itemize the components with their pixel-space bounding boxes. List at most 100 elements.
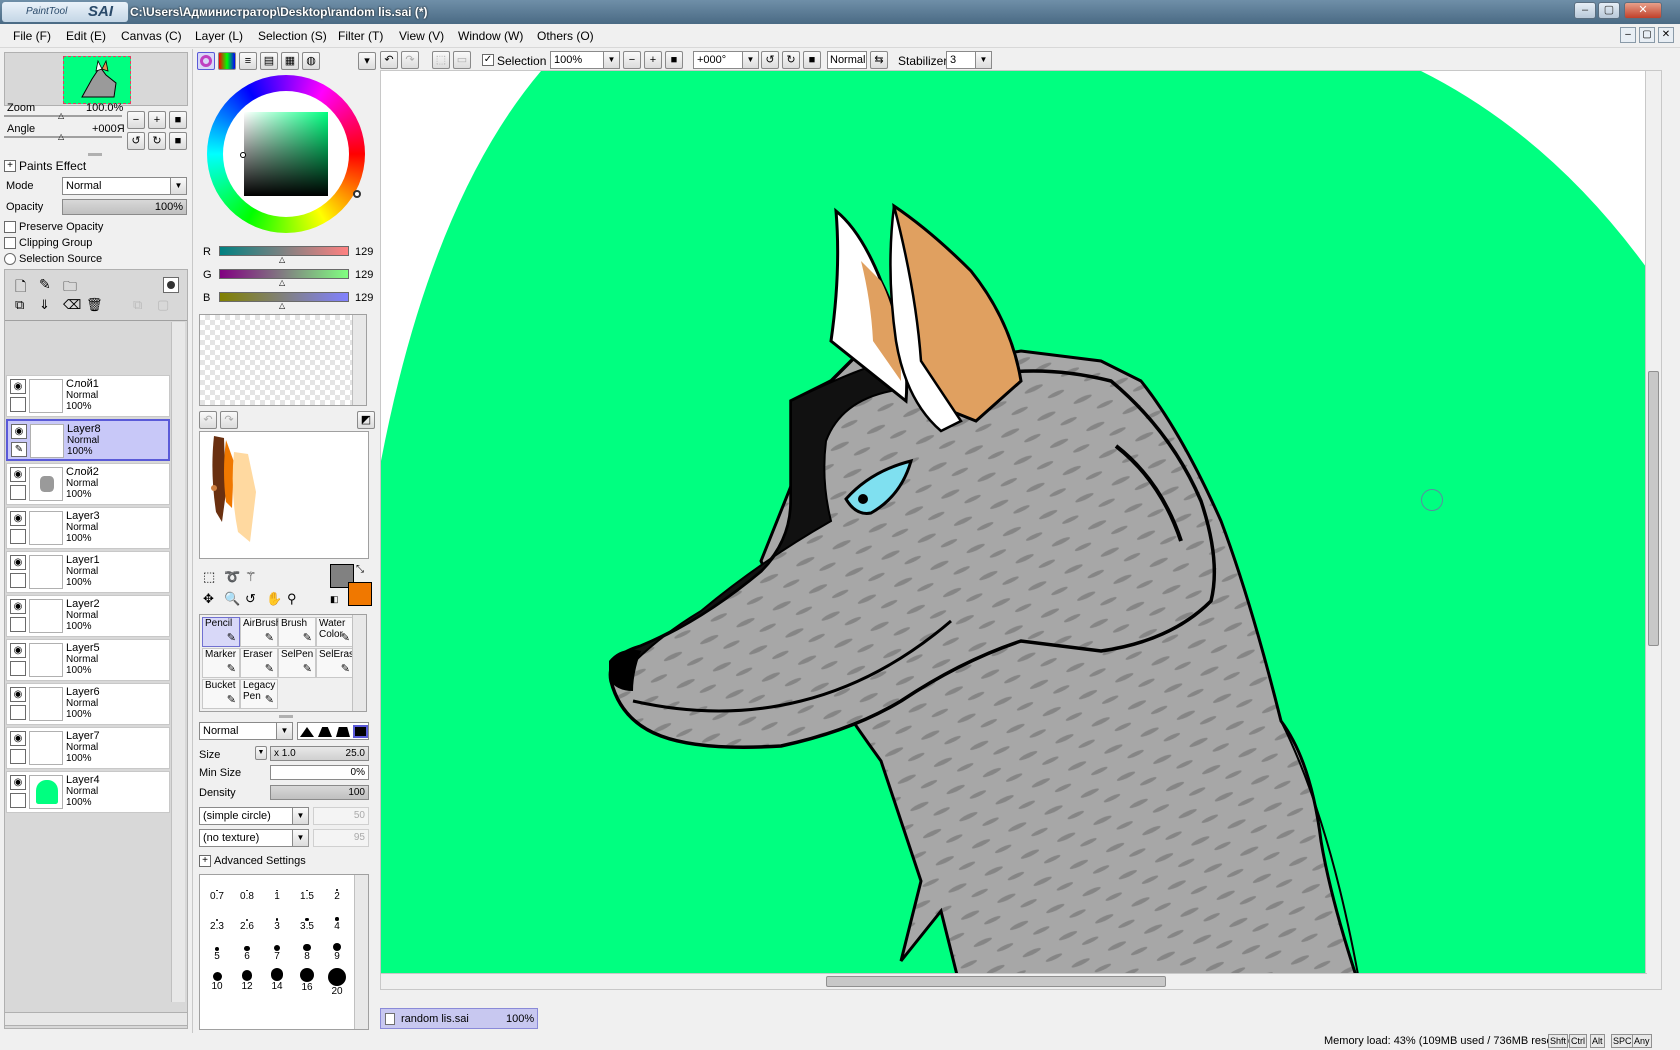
layer-row[interactable]: ◉ Layer2 Normal 100% [6, 595, 170, 637]
selection-source-radio[interactable] [4, 253, 16, 265]
rgb-slider-mode-icon[interactable] [218, 52, 236, 70]
tool-brush[interactable]: Brush ✎ [278, 617, 316, 647]
eye-icon[interactable]: ◉ [11, 424, 27, 439]
eyedropper-icon[interactable]: ⚲ [287, 591, 297, 607]
menu-filter[interactable]: Filter (T) [338, 29, 383, 43]
new-linework-layer-icon[interactable]: ✎ [39, 276, 51, 293]
navigator-preview[interactable] [4, 52, 188, 106]
zoom-in-icon[interactable]: + [644, 51, 662, 69]
layer-row[interactable]: ◉ Layer5 Normal 100% [6, 639, 170, 681]
scratchpad-clear-icon[interactable]: ◩ [357, 411, 375, 429]
undo-icon[interactable]: ↶ [380, 51, 398, 69]
size-preset[interactable]: 1 [262, 877, 292, 909]
view-mode-field[interactable]: Normal [827, 51, 867, 69]
document-tab[interactable]: random lis.sai 100% [380, 1008, 538, 1029]
eye-icon[interactable]: ◉ [10, 731, 26, 746]
lasso-icon[interactable]: ➰ [224, 569, 240, 585]
rotate-tool-icon[interactable]: ↺ [245, 591, 256, 607]
r-slider-thumb[interactable]: △ [279, 255, 285, 264]
eye-icon[interactable]: ◉ [10, 379, 26, 394]
brush-shape-2-icon[interactable] [318, 727, 332, 737]
brush-shape-4-icon[interactable] [353, 725, 368, 738]
scratchpad-undo-icon[interactable]: ↶ [199, 411, 217, 429]
merge-down-icon[interactable]: ⇓ [39, 297, 50, 313]
expand-icon[interactable]: + [4, 160, 16, 172]
hue-picker[interactable] [353, 190, 361, 198]
mdi-close-button[interactable]: ✕ [1658, 27, 1674, 43]
eye-icon[interactable]: ◉ [10, 775, 26, 790]
tool-scrollbar[interactable] [352, 615, 366, 711]
tool-bucket[interactable]: Bucket ✎ [202, 679, 240, 709]
min-size-slider[interactable]: 0% [270, 765, 369, 780]
sv-picker[interactable] [240, 152, 246, 158]
menu-selection[interactable]: Selection (S) [258, 29, 327, 43]
canvas-v-scrollbar[interactable] [1645, 71, 1661, 989]
layer-row[interactable]: ◉ Layer4 Normal 100% [6, 771, 170, 813]
v-scroll-thumb[interactable] [1648, 371, 1659, 646]
lock-toggle[interactable] [10, 397, 26, 412]
delete-layer-icon[interactable]: 🗑 [86, 297, 103, 313]
brush-shape-selector[interactable] [297, 722, 369, 740]
size-preset[interactable]: 3.5 [292, 907, 322, 939]
rotate-ccw-icon[interactable]: ↺ [761, 51, 779, 69]
layer-row[interactable]: ◉ Слой1 Normal 100% [6, 375, 170, 417]
lock-toggle[interactable] [10, 793, 26, 808]
rotate-cw-icon[interactable]: ↻ [782, 51, 800, 69]
size-preset[interactable]: 3 [262, 907, 292, 939]
color-swatches[interactable] [199, 314, 367, 406]
layer-row[interactable]: ◉ ✎ Layer8 Normal 100% [6, 419, 170, 461]
preserve-opacity-checkbox[interactable] [4, 221, 16, 233]
tool-seleras[interactable]: SelEras ✎ [316, 648, 354, 678]
layer-h-scrollbar[interactable] [4, 1012, 188, 1026]
rotate-right-button[interactable]: ↻ [148, 132, 166, 150]
zoom-select[interactable]: 100% ▼ [550, 51, 620, 69]
menu-window[interactable]: Window (W) [458, 29, 523, 43]
zoom-reset-button[interactable]: ■ [169, 111, 187, 129]
texture-strength-field[interactable]: 95 [313, 829, 369, 847]
brush-blend-select[interactable]: Normal ▼ [199, 722, 293, 740]
size-preset[interactable]: 2.3 [202, 907, 232, 939]
size-preset[interactable]: 1.5 [292, 877, 322, 909]
canvas-h-scrollbar[interactable] [381, 973, 1647, 989]
size-preset[interactable]: 2.6 [232, 907, 262, 939]
size-preset[interactable]: 10 [202, 967, 232, 999]
brush-shape-3-icon[interactable] [336, 727, 350, 737]
flip-horizontal-icon[interactable]: ⇆ [870, 51, 888, 69]
zoom-out-button[interactable]: − [127, 111, 145, 129]
swatch-scrollbar[interactable] [352, 315, 366, 405]
layer-mask-icon[interactable] [163, 277, 179, 293]
clipping-group-checkbox[interactable] [4, 237, 16, 249]
size-preset[interactable]: 0.8 [232, 877, 262, 909]
apply-mask-icon[interactable]: ⧉ [133, 297, 142, 313]
tool-pencil[interactable]: Pencil ✎ [202, 617, 240, 647]
zoom-reset-icon[interactable]: ■ [665, 51, 683, 69]
layer-row[interactable]: ◉ Слой2 Normal 100% [6, 463, 170, 505]
close-button[interactable]: ✕ [1624, 2, 1662, 19]
eye-icon[interactable]: ◉ [10, 511, 26, 526]
shape-strength-field[interactable]: 50 [313, 807, 369, 825]
tool-eraser[interactable]: Eraser ✎ [240, 648, 278, 678]
deselect-icon[interactable]: ⬚ [432, 51, 450, 69]
brush-shape-select[interactable]: (simple circle) ▼ [199, 807, 309, 825]
lock-toggle[interactable] [10, 617, 26, 632]
scratchpad[interactable] [199, 431, 369, 559]
menu-edit[interactable]: Edit (E) [66, 29, 106, 43]
tool-marker[interactable]: Marker ✎ [202, 648, 240, 678]
stabilizer-select[interactable]: 3 ▼ [946, 51, 992, 69]
swatch-mode-icon[interactable]: ▦ [281, 52, 299, 70]
preset-scrollbar[interactable] [354, 875, 368, 1029]
angle-slider-thumb[interactable]: △ [58, 132, 64, 141]
eye-icon[interactable]: ◉ [10, 643, 26, 658]
delete-mask-icon[interactable]: ▢ [157, 297, 169, 313]
zoom-tool-icon[interactable]: 🔍 [224, 591, 240, 607]
pen-icon[interactable]: ✎ [11, 442, 27, 457]
hand-tool-icon[interactable]: ✋ [266, 591, 282, 607]
scratchpad-redo-icon[interactable]: ↷ [220, 411, 238, 429]
tool-water-color[interactable]: Water Color ✎ [316, 617, 354, 647]
layer-row[interactable]: ◉ Layer7 Normal 100% [6, 727, 170, 769]
color-wheel-mode-icon[interactable] [197, 52, 215, 70]
eye-icon[interactable]: ◉ [10, 687, 26, 702]
panel-grip[interactable] [88, 153, 102, 156]
menu-view[interactable]: View (V) [399, 29, 444, 43]
layer-scrollbar[interactable] [171, 322, 185, 1002]
